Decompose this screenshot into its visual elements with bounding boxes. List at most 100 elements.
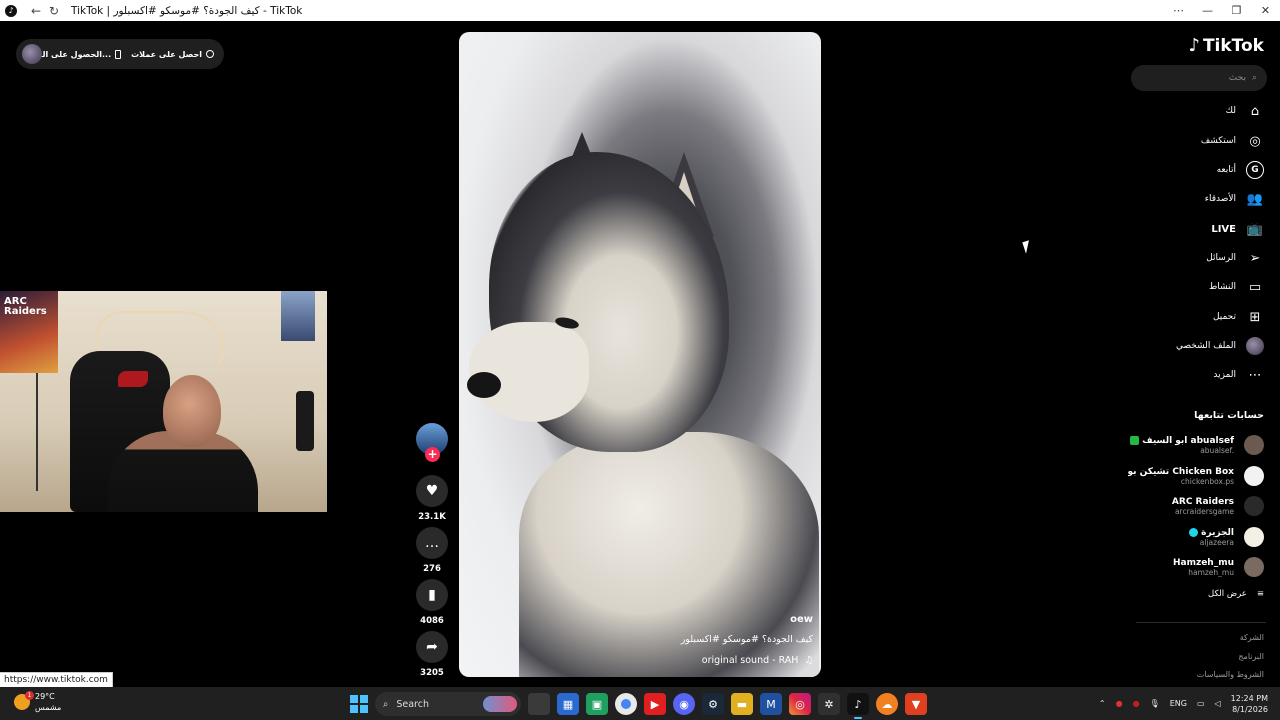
profile-avatar	[1246, 337, 1264, 355]
follow-plus-icon[interactable]: +	[425, 447, 440, 462]
tiktok-logo[interactable]: ♪ TikTok	[1188, 35, 1264, 56]
nav-live[interactable]: LIVE 📺	[1211, 219, 1264, 239]
account-avatar	[1244, 496, 1264, 516]
store-icon[interactable]: ▦	[557, 693, 579, 715]
youtube-icon[interactable]: ▶	[644, 693, 666, 715]
search-placeholder: بحث	[1228, 73, 1246, 83]
share-icon[interactable]: ➦	[416, 631, 448, 663]
task-view-icon[interactable]	[528, 693, 550, 715]
following-badge-icon: G	[1246, 161, 1264, 179]
nav-profile[interactable]: الملف الشخصي	[1176, 336, 1264, 356]
taskbar-search[interactable]: ⌕ Search	[375, 692, 521, 716]
minimize-button[interactable]: —	[1193, 0, 1222, 21]
search-highlight-image	[483, 696, 517, 712]
browser-titlebar: ♪ ← ↻ TikTok | كيف الجودة؟ #موسكو #اكسبل…	[0, 0, 1280, 21]
nav-following[interactable]: أتابعه G	[1217, 160, 1264, 180]
network-icon[interactable]: ▭	[1197, 699, 1205, 708]
video-player[interactable]: oew كيف الجودة؟ #موسكو #اكسبلور original…	[459, 32, 821, 677]
more-icon: ⋯	[1248, 367, 1262, 383]
video-username[interactable]: oew	[790, 614, 813, 625]
brave-icon[interactable]: ▼	[905, 693, 927, 715]
video-caption[interactable]: كيف الجودة؟ #موسكو #اكسبلور	[681, 634, 813, 645]
tray-app-icon[interactable]: ●	[1116, 699, 1123, 708]
window-controls: ⋯ — ❐ ✕	[1164, 0, 1280, 21]
comment-icon[interactable]: …	[416, 527, 448, 559]
get-app-label: الحصول على الت...	[34, 49, 112, 59]
back-icon[interactable]: ←	[27, 4, 45, 18]
microphone	[296, 391, 314, 451]
like-action[interactable]: ♥ 23.1K	[416, 475, 448, 522]
nav-activity[interactable]: النشاط ▭	[1209, 277, 1264, 297]
clock-date: 8/1/2026	[1232, 704, 1268, 714]
windows-start-icon[interactable]	[350, 695, 368, 713]
settings-icon[interactable]: ✲	[818, 693, 840, 715]
nav-explore[interactable]: استكشف ◎	[1201, 131, 1264, 151]
tiktok-note-icon: ♪	[1188, 35, 1200, 56]
steam-icon[interactable]: ⚙	[702, 693, 724, 715]
temperature: 29°C	[35, 692, 55, 701]
teams-icon[interactable]: M	[760, 693, 782, 715]
nav-friends[interactable]: الأصدقاء 👥	[1205, 189, 1264, 209]
following-account[interactable]: ابو السيف abualsef abualsef.	[1124, 433, 1264, 457]
volume-icon[interactable]: ◁	[1215, 699, 1221, 708]
account-avatar	[1244, 557, 1264, 577]
get-coins-button[interactable]: احصل على عملات	[131, 50, 214, 59]
account-avatar	[1244, 527, 1264, 547]
nav-upload[interactable]: تحميل ⊞	[1213, 307, 1264, 327]
nav-more[interactable]: المزيد ⋯	[1213, 365, 1264, 385]
following-account[interactable]: Hamzeh_mu hamzeh_mu	[1124, 555, 1264, 579]
comment-action[interactable]: … 276	[416, 527, 448, 574]
reload-icon[interactable]: ↻	[45, 4, 63, 18]
nav-for-you[interactable]: لك ⌂	[1226, 101, 1264, 121]
share-action[interactable]: ➦ 3205	[416, 631, 448, 678]
streamer-head	[163, 375, 221, 447]
tray-app-icon[interactable]: ●	[1133, 699, 1140, 708]
following-account[interactable]: تشيكن بوكس Chicken Box chickenbox.ps	[1124, 464, 1264, 488]
weather-widget[interactable]: 1 29°C مشمس	[14, 691, 61, 713]
coins-pill: الحصول على الت... احصل على عملات	[16, 39, 224, 69]
maximize-button[interactable]: ❐	[1222, 0, 1251, 21]
tiktok-taskbar-icon[interactable]: ♪	[847, 693, 869, 719]
language-indicator[interactable]: ENG	[1170, 699, 1187, 708]
verified-blue-icon	[1189, 528, 1199, 537]
window-menu-button[interactable]: ⋯	[1164, 0, 1193, 21]
sidebar: ♪ TikTok بحث ⌕ لك ⌂ استكشف ◎ أتابعه G ال…	[1128, 21, 1280, 687]
activity-icon: ▭	[1248, 279, 1262, 295]
comment-count: 276	[423, 564, 441, 574]
following-account[interactable]: ARC Raiders arcraidersgame	[1124, 494, 1264, 518]
chevron-up-icon[interactable]: ⌃	[1099, 699, 1106, 708]
instagram-icon[interactable]: ◎	[789, 693, 811, 715]
bookmark-count: 4086	[420, 616, 444, 626]
divider	[1136, 622, 1266, 623]
nav-messages[interactable]: الرسائل ➢	[1206, 248, 1264, 268]
user-avatar[interactable]	[22, 44, 42, 64]
discord-icon[interactable]: ◉	[673, 693, 695, 715]
logo-text: TikTok	[1202, 35, 1264, 56]
search-input[interactable]: بحث ⌕	[1131, 65, 1267, 91]
creator-avatar[interactable]: +	[416, 423, 448, 462]
footer-program-link[interactable]: البرنامج	[1238, 652, 1264, 661]
chrome-icon[interactable]	[615, 693, 637, 715]
clock[interactable]: 12:24 PM 8/1/2026	[1231, 693, 1268, 715]
account-avatar	[1244, 435, 1264, 455]
bookmark-icon[interactable]: ▮	[416, 579, 448, 611]
microphone-icon[interactable]: 🎙	[1150, 699, 1160, 708]
heart-icon[interactable]: ♥	[416, 475, 448, 507]
send-icon: ➢	[1249, 250, 1261, 266]
video-sound[interactable]: original sound - RAH ♫	[702, 655, 813, 666]
following-account[interactable]: الجزيرة aljazeera	[1124, 525, 1264, 549]
live-tv-icon: 📺	[1246, 221, 1264, 237]
lamp-stand	[36, 361, 38, 491]
cloud-icon[interactable]: ☁	[876, 693, 898, 715]
footer-terms-link[interactable]: الشروط والسياسات	[1197, 670, 1264, 679]
app-green-icon[interactable]: ▣	[586, 693, 608, 715]
phone-icon	[115, 49, 122, 59]
search-icon: ⌕	[1251, 73, 1257, 83]
see-all-link[interactable]: عرض الكل ≡	[1208, 589, 1264, 599]
footer-company-link[interactable]: الشركة	[1240, 633, 1264, 642]
close-button[interactable]: ✕	[1251, 0, 1280, 21]
bookmark-action[interactable]: ▮ 4086	[416, 579, 448, 626]
sun-icon: 1	[14, 691, 34, 710]
get-app-button[interactable]: الحصول على الت...	[34, 49, 122, 59]
file-explorer-icon[interactable]: ▬	[731, 693, 753, 715]
